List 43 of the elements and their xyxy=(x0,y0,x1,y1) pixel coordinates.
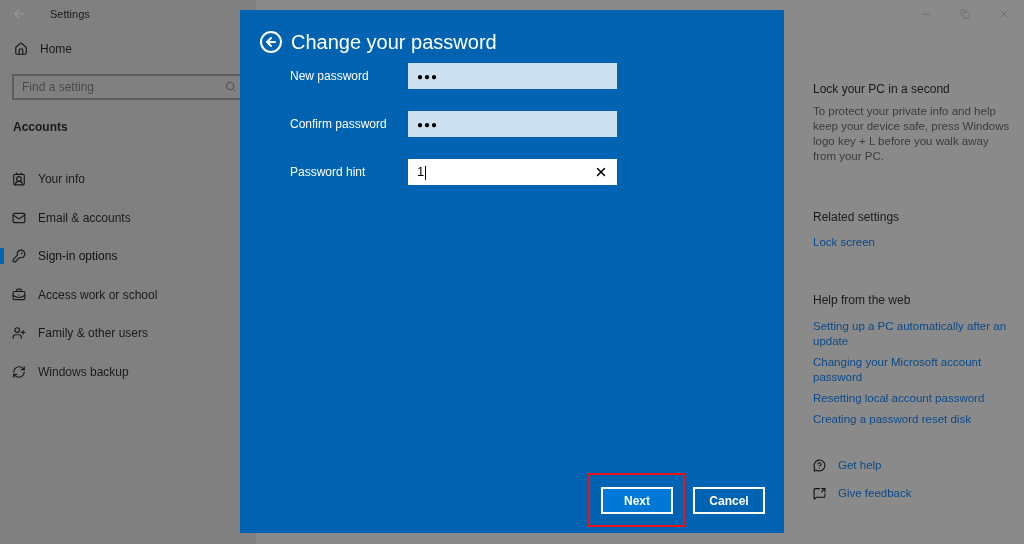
sidebar-item[interactable]: Sign-in options xyxy=(38,247,118,266)
related-heading: Related settings xyxy=(813,209,901,226)
home-icon xyxy=(14,42,28,56)
field-label: Confirm password xyxy=(290,116,388,133)
cancel-button[interactable]: Cancel xyxy=(693,487,765,514)
lock-description: To protect your private info and help keep your device safe, press Windows logo key + L before you walk away from your PC. xyxy=(813,104,1011,164)
help-link[interactable]: Creating a password reset disk xyxy=(813,412,1013,428)
clear-icon[interactable] xyxy=(594,165,608,179)
back-icon[interactable] xyxy=(259,30,283,54)
sync-icon xyxy=(12,364,26,379)
search-icon xyxy=(225,81,236,92)
person-add-icon xyxy=(12,326,26,341)
sidebar-item[interactable]: Email & accounts xyxy=(38,208,131,227)
field-label: Password hint xyxy=(290,164,367,181)
sidebar-item[interactable]: Windows backup xyxy=(38,362,129,381)
related-link[interactable]: Lock screen xyxy=(813,234,1013,252)
person-list-icon xyxy=(12,172,26,187)
action-link[interactable]: Get help xyxy=(838,457,882,475)
mail-icon xyxy=(12,210,26,225)
help-chat-icon xyxy=(813,459,826,473)
sidebar-item[interactable]: Access work or school xyxy=(38,285,158,304)
password-field[interactable]: ●●● xyxy=(408,111,617,137)
help-link[interactable]: Setting up a PC automatically after an update xyxy=(813,319,1013,350)
sidebar-item[interactable]: Family & other users xyxy=(38,324,149,343)
window-title: Settings xyxy=(50,6,90,22)
help-link[interactable]: Resetting local account password xyxy=(813,391,1013,407)
dialog-title: Change your password xyxy=(291,30,497,55)
briefcase-icon xyxy=(12,287,26,302)
password-field[interactable]: ●●● xyxy=(408,63,617,89)
section-heading: Accounts xyxy=(12,119,69,136)
lock-heading: Lock your PC in a second xyxy=(813,81,951,98)
help-heading: Help from the web xyxy=(813,292,912,310)
field-label: New password xyxy=(290,68,370,85)
action-link[interactable]: Give feedback xyxy=(838,484,912,502)
restore-icon[interactable] xyxy=(960,9,970,19)
home-link[interactable]: Home xyxy=(40,40,72,58)
key-icon xyxy=(12,249,26,264)
help-link[interactable]: Changing your Microsoft account password xyxy=(813,355,1013,386)
feedback-icon xyxy=(813,486,826,500)
sidebar-item[interactable]: Your info xyxy=(38,170,85,189)
hint-field[interactable]: 1 xyxy=(408,159,617,185)
next-button[interactable]: Next xyxy=(601,487,673,514)
close-icon[interactable] xyxy=(998,8,1010,20)
